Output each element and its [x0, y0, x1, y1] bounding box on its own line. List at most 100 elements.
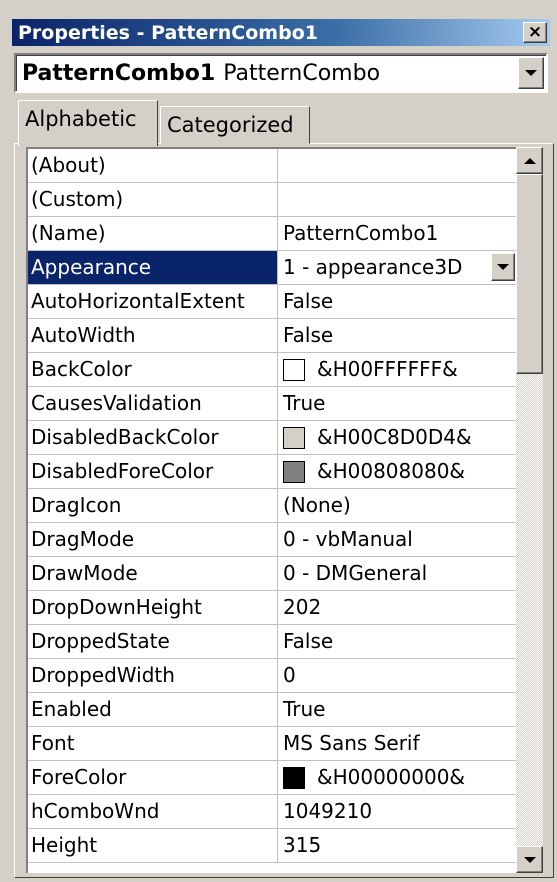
property-value[interactable]: &H00C8D0D4& [278, 421, 516, 455]
property-value[interactable]: 1 - appearance3D [278, 251, 516, 285]
chevron-down-icon [525, 70, 537, 76]
close-icon: × [527, 22, 543, 42]
property-value-text: False [283, 323, 334, 347]
property-value-text: False [283, 629, 334, 653]
property-name[interactable]: DragMode [28, 523, 278, 557]
scrollbar-thumb[interactable] [516, 174, 543, 374]
color-swatch [283, 358, 305, 381]
property-value[interactable]: PatternCombo1 [278, 217, 516, 251]
property-value-text: True [283, 697, 326, 721]
property-name[interactable]: CausesValidation [28, 387, 278, 421]
property-name[interactable]: (About) [28, 149, 278, 183]
properties-window: Properties - PatternCombo1 × PatternComb… [0, 0, 557, 882]
scroll-down-button[interactable] [516, 846, 543, 873]
property-value[interactable]: False [278, 319, 516, 353]
property-row[interactable]: DroppedWidth 0 [28, 659, 516, 693]
property-value-text: 0 [283, 663, 296, 687]
property-value[interactable]: 0 - DMGeneral [278, 557, 516, 591]
property-name[interactable]: DisabledForeColor [28, 455, 278, 489]
value-dropdown-button[interactable] [491, 253, 515, 281]
property-name[interactable]: DisabledBackColor [28, 421, 278, 455]
property-name[interactable]: AutoWidth [28, 319, 278, 353]
property-name[interactable]: DrawMode [28, 557, 278, 591]
tab-categorized[interactable]: Categorized [160, 106, 310, 144]
property-name[interactable]: (Name) [28, 217, 278, 251]
property-row[interactable]: CausesValidation True [28, 387, 516, 421]
property-value[interactable] [278, 183, 516, 217]
property-row[interactable]: DisabledForeColor &H00808080& [28, 455, 516, 489]
property-value-text: 0 - vbManual [283, 527, 413, 551]
object-class: PatternCombo [223, 60, 381, 86]
tab-label: Alphabetic [25, 107, 137, 131]
property-value[interactable]: 1049210 [278, 795, 516, 829]
property-name[interactable]: hComboWnd [28, 795, 278, 829]
property-row[interactable]: Height 315 [28, 829, 516, 863]
property-value[interactable]: 315 [278, 829, 516, 863]
property-value-text: &H00FFFFFF& [317, 357, 458, 381]
property-value-text: True [283, 391, 326, 415]
property-value[interactable]: &H00000000& [278, 761, 516, 795]
property-row[interactable]: (Name) PatternCombo1 [28, 217, 516, 251]
property-value[interactable]: (None) [278, 489, 516, 523]
property-name[interactable]: DropDownHeight [28, 591, 278, 625]
property-name[interactable]: DragIcon [28, 489, 278, 523]
property-row[interactable]: DragIcon (None) [28, 489, 516, 523]
property-row[interactable]: (About) [28, 149, 516, 183]
property-value[interactable]: True [278, 693, 516, 727]
object-selector[interactable]: PatternCombo1 PatternCombo [14, 53, 548, 93]
property-value[interactable] [278, 149, 516, 183]
property-row[interactable]: Enabled True [28, 693, 516, 727]
property-row[interactable]: DisabledBackColor &H00C8D0D4& [28, 421, 516, 455]
property-value-text: 1049210 [283, 799, 373, 823]
property-row[interactable]: Appearance 1 - appearance3D [28, 251, 516, 285]
close-button[interactable]: × [523, 22, 547, 43]
tab-label: Categorized [167, 113, 294, 137]
property-name[interactable]: Font [28, 727, 278, 761]
property-name[interactable]: Enabled [28, 693, 278, 727]
arrow-down-icon [523, 856, 536, 863]
object-name: PatternCombo1 [22, 60, 216, 86]
color-swatch [283, 460, 305, 483]
property-grid: (About) (Custom) (Name) PatternCombo1 Appear… [26, 147, 516, 873]
property-row[interactable]: DrawMode 0 - DMGeneral [28, 557, 516, 591]
property-name[interactable]: (Custom) [28, 183, 278, 217]
property-value-text: &H00808080& [317, 459, 466, 483]
property-value[interactable]: 0 - vbManual [278, 523, 516, 557]
property-row[interactable]: Font MS Sans Serif [28, 727, 516, 761]
title-bar[interactable]: Properties - PatternCombo1 × [12, 19, 550, 46]
color-swatch [283, 426, 305, 449]
property-name[interactable]: ForeColor [28, 761, 278, 795]
chevron-down-icon [497, 264, 509, 270]
property-value[interactable]: True [278, 387, 516, 421]
property-value[interactable]: MS Sans Serif [278, 727, 516, 761]
property-value-text: 202 [283, 595, 322, 619]
property-value[interactable]: 0 [278, 659, 516, 693]
property-row[interactable]: DropDownHeight 202 [28, 591, 516, 625]
property-row[interactable]: (Custom) [28, 183, 516, 217]
property-value[interactable]: &H00FFFFFF& [278, 353, 516, 387]
scroll-up-button[interactable] [516, 147, 543, 174]
property-name[interactable]: Appearance [28, 251, 278, 285]
property-name[interactable]: DroppedState [28, 625, 278, 659]
property-row[interactable]: DragMode 0 - vbManual [28, 523, 516, 557]
property-name[interactable]: DroppedWidth [28, 659, 278, 693]
property-row[interactable]: DroppedState False [28, 625, 516, 659]
property-value-text: 1 - appearance3D [283, 255, 463, 279]
tab-alphabetic[interactable]: Alphabetic [18, 100, 158, 146]
property-row[interactable]: AutoWidth False [28, 319, 516, 353]
property-value[interactable]: False [278, 625, 516, 659]
arrow-up-icon [523, 157, 536, 164]
property-name[interactable]: Height [28, 829, 278, 863]
property-row[interactable]: BackColor &H00FFFFFF& [28, 353, 516, 387]
property-row[interactable]: AutoHorizontalExtent False [28, 285, 516, 319]
property-value[interactable]: 202 [278, 591, 516, 625]
vertical-scrollbar[interactable] [516, 147, 543, 873]
property-row[interactable]: hComboWnd 1049210 [28, 795, 516, 829]
property-name[interactable]: BackColor [28, 353, 278, 387]
property-value[interactable]: &H00808080& [278, 455, 516, 489]
property-value[interactable]: False [278, 285, 516, 319]
property-name[interactable]: AutoHorizontalExtent [28, 285, 278, 319]
property-row[interactable]: ForeColor &H00000000& [28, 761, 516, 795]
property-value-text: 315 [283, 833, 322, 857]
object-selector-dropdown-button[interactable] [518, 57, 544, 89]
